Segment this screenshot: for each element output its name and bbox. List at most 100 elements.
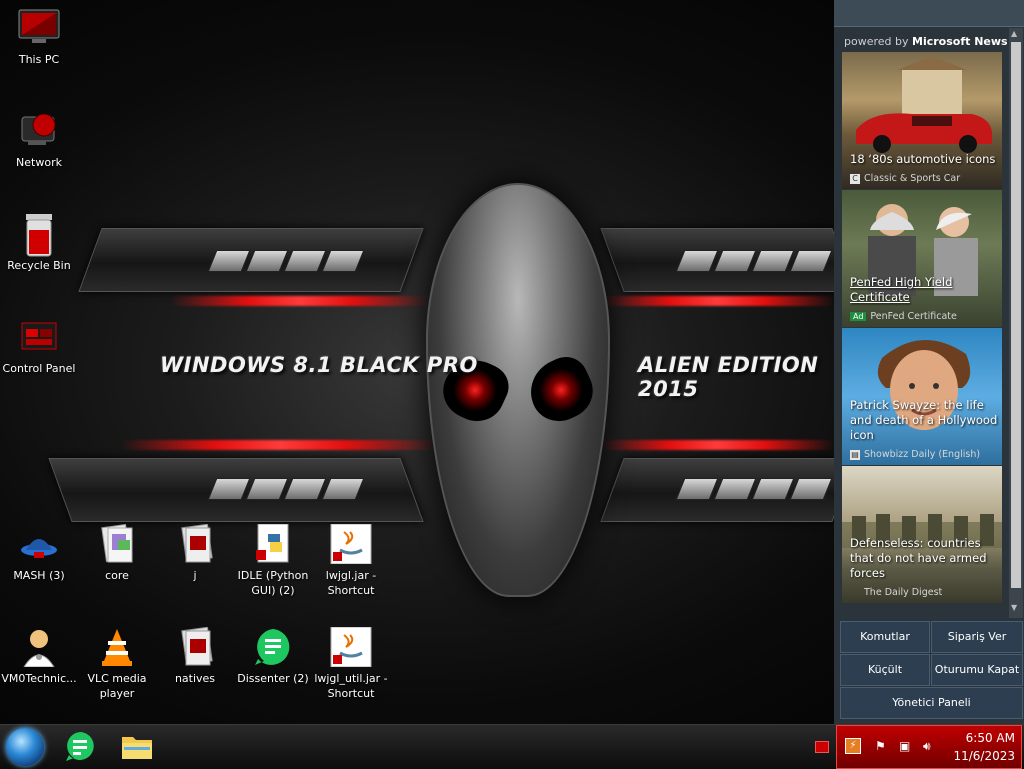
news-source: ▤ Showbizz Daily (English) bbox=[850, 449, 980, 460]
source-name: Classic & Sports Car bbox=[864, 173, 961, 184]
source-logo-icon: C bbox=[850, 173, 860, 184]
desktop-icon-label: MASH (3) bbox=[13, 569, 65, 582]
news-card[interactable]: 18 ‘80s automotive icons C Classic & Spor… bbox=[842, 52, 1002, 189]
desktop-icon-natives[interactable]: natives bbox=[156, 626, 234, 686]
system-tray: ⚡ ⚑ ▣ 🔊︎ 6:50 AM 11/6/2023 bbox=[836, 725, 1022, 769]
wallpaper-red-glow bbox=[600, 296, 834, 306]
scroll-up-arrow-icon[interactable]: ▲ bbox=[1011, 29, 1017, 38]
desktop-icon-mash[interactable]: MASH (3) bbox=[0, 524, 78, 583]
computer-icon bbox=[16, 8, 62, 48]
admin-panel-button[interactable]: Yönetici Paneli bbox=[840, 687, 1023, 719]
wallpaper-title-left: WINDOWS 8.1 BLACK PRO bbox=[160, 353, 478, 377]
desktop-icon-dissenter[interactable]: Dissenter (2) bbox=[234, 627, 312, 686]
desktop-icon-core[interactable]: core bbox=[78, 523, 156, 583]
news-card[interactable]: Defenseless: countries that do not have … bbox=[842, 466, 1002, 603]
desktop-icon-label: This PC bbox=[18, 53, 60, 66]
powered-brand: Microsoft News bbox=[912, 35, 1008, 48]
desktop-icon-label: Control Panel bbox=[2, 362, 76, 375]
desktop-icon-label: VLC media player bbox=[87, 672, 147, 700]
alien-head-logo bbox=[426, 183, 610, 597]
control-panel-icon bbox=[16, 317, 62, 357]
news-image bbox=[842, 328, 1002, 465]
desktop-icon-idle[interactable]: IDLE (Python GUI) (2) bbox=[234, 523, 312, 598]
desktop-icon-vm0technic[interactable]: VM0Technic... bbox=[0, 627, 78, 686]
start-button[interactable] bbox=[6, 728, 44, 766]
commands-button[interactable]: Komutlar bbox=[840, 621, 930, 653]
powered-by-label: powered by Microsoft News bbox=[844, 35, 1008, 48]
action-center-flag-icon[interactable]: ⚑ bbox=[875, 739, 886, 753]
news-panel: powered by Microsoft News 18 ‘80s automo… bbox=[834, 0, 1024, 724]
news-card-ad[interactable]: PenFed High Yield Certificate Ad PenFed C… bbox=[842, 190, 1002, 327]
alien-eye-right bbox=[520, 349, 602, 431]
folder-icon bbox=[172, 523, 218, 564]
news-title: Defenseless: countries that do not have … bbox=[850, 536, 987, 580]
ad-badge: Ad bbox=[850, 312, 867, 321]
desktop-icon-label: lwjgl.jar - Shortcut bbox=[325, 569, 377, 597]
file-explorer-icon[interactable] bbox=[120, 731, 152, 763]
desktop-icon-label: IDLE (Python GUI) (2) bbox=[237, 569, 309, 597]
show-desktop-notification-icon[interactable] bbox=[815, 741, 829, 753]
news-image bbox=[842, 190, 1002, 327]
news-title: Patrick Swayze: the life and death of a … bbox=[850, 398, 998, 442]
desktop-icon-this-pc[interactable]: This PC bbox=[0, 8, 78, 67]
news-title: 18 ‘80s automotive icons bbox=[850, 152, 996, 166]
network-tray-icon[interactable]: ▣ bbox=[899, 739, 910, 753]
clock-date: 11/6/2023 bbox=[953, 749, 1015, 763]
python-icon bbox=[250, 523, 296, 564]
clock-time: 6:50 AM bbox=[965, 731, 1015, 745]
desktop: WINDOWS 8.1 BLACK PRO ALIEN EDITION 2015… bbox=[0, 0, 834, 724]
folder-icon bbox=[172, 626, 218, 667]
scrollbar-thumb[interactable] bbox=[1011, 42, 1021, 588]
source-logo-icon: ▤ bbox=[850, 449, 860, 460]
news-image bbox=[842, 52, 1002, 189]
minimize-button[interactable]: Küçült bbox=[840, 654, 930, 686]
news-card[interactable]: Patrick Swayze: the life and death of a … bbox=[842, 328, 1002, 465]
desktop-icon-recycle-bin[interactable]: Recycle Bin bbox=[0, 214, 78, 273]
java-icon bbox=[328, 626, 374, 668]
desktop-icon-network[interactable]: Network bbox=[0, 111, 78, 170]
recycle-bin-icon bbox=[16, 214, 62, 257]
scroll-down-arrow-icon[interactable]: ▼ bbox=[1011, 603, 1017, 612]
powered-prefix: powered by bbox=[844, 35, 909, 48]
desktop-icon-label: VM0Technic... bbox=[1, 672, 77, 685]
news-panel-header bbox=[834, 0, 1024, 27]
java-icon bbox=[328, 523, 374, 565]
logout-button[interactable]: Oturumu Kapat bbox=[931, 654, 1023, 686]
desktop-icon-j[interactable]: j bbox=[156, 523, 234, 583]
doctor-icon bbox=[16, 627, 62, 668]
network-icon bbox=[16, 111, 62, 151]
dissenter-icon bbox=[250, 627, 296, 667]
desktop-icon-vlc[interactable]: VLC media player bbox=[78, 627, 156, 701]
java-tray-icon[interactable]: ⚡ bbox=[845, 738, 861, 754]
vlc-icon bbox=[94, 627, 140, 667]
desktop-icon-lwjgl[interactable]: lwjgl.jar - Shortcut bbox=[312, 523, 390, 598]
news-source: C Classic & Sports Car bbox=[850, 173, 960, 184]
desktop-icon-label: core bbox=[105, 569, 129, 582]
news-scrollbar[interactable]: ▲ ▼ bbox=[1009, 28, 1023, 618]
folder-icon bbox=[94, 523, 140, 564]
source-name: PenFed Certificate bbox=[870, 311, 957, 322]
source-name: Showbizz Daily (English) bbox=[864, 449, 981, 460]
news-title: PenFed High Yield Certificate bbox=[850, 275, 953, 304]
clock[interactable]: 6:50 AM 11/6/2023 bbox=[953, 729, 1015, 765]
desktop-icon-control-panel[interactable]: Control Panel bbox=[0, 317, 78, 376]
news-list: 18 ‘80s automotive icons C Classic & Spor… bbox=[842, 52, 1002, 604]
desktop-icon-label: Recycle Bin bbox=[7, 259, 71, 272]
desktop-icon-label: lwjgl_util.jar - Shortcut bbox=[314, 672, 388, 700]
wallpaper-red-glow bbox=[120, 440, 440, 450]
news-image bbox=[842, 466, 1002, 603]
dissenter-taskbar-icon[interactable] bbox=[64, 731, 96, 763]
wallpaper-title-right: ALIEN EDITION 2015 bbox=[638, 353, 819, 401]
desktop-icon-label: Network bbox=[16, 156, 62, 169]
news-source: Ad PenFed Certificate bbox=[850, 311, 957, 322]
taskbar: ⚡ ⚑ ▣ 🔊︎ 6:50 AM 11/6/2023 bbox=[0, 724, 1024, 769]
order-button[interactable]: Sipariş Ver bbox=[931, 621, 1023, 653]
volume-icon[interactable]: 🔊︎ bbox=[923, 739, 931, 754]
desktop-icon-label: j bbox=[193, 569, 197, 582]
wallpaper-red-glow bbox=[170, 296, 430, 306]
source-name: The Daily Digest bbox=[864, 587, 943, 598]
news-source: The Daily Digest bbox=[850, 587, 942, 598]
mash-icon bbox=[16, 524, 62, 564]
wallpaper-red-glow bbox=[600, 440, 834, 450]
desktop-icon-lwjgl-util[interactable]: lwjgl_util.jar - Shortcut bbox=[312, 626, 390, 701]
